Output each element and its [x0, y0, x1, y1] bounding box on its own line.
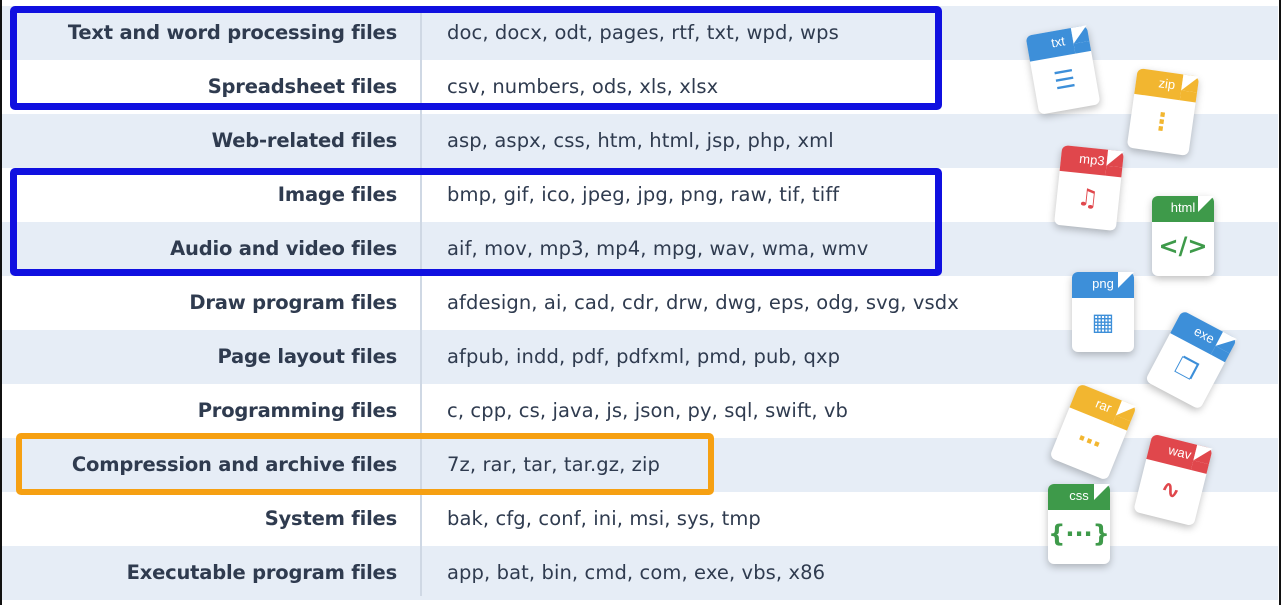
category-label: System files	[264, 507, 398, 530]
extensions-list: c, cpp, cs, java, js, json, py, sql, swi…	[447, 399, 849, 422]
icon-glyph: </>	[1158, 232, 1208, 260]
icon-glyph: ▦	[1091, 308, 1115, 336]
extensions-list: asp, aspx, css, htm, html, jsp, php, xml	[447, 129, 834, 152]
zip-file-icon: zip ⋮	[1126, 68, 1200, 156]
icon-label: html	[1170, 200, 1196, 215]
css-file-icon: css {···}	[1048, 484, 1110, 564]
category-label: Draw program files	[189, 291, 397, 314]
mp3-file-icon: mp3 ♫	[1053, 144, 1125, 232]
html-file-icon: html </>	[1152, 196, 1214, 276]
extensions-list: afdesign, ai, cad, cdr, drw, dwg, eps, o…	[447, 291, 959, 314]
extensions-list: bak, cfg, conf, ini, msi, sys, tmp	[447, 507, 761, 530]
png-file-icon: png ▦	[1072, 272, 1134, 352]
category-label: Page layout files	[217, 345, 397, 368]
category-label: Executable program files	[126, 561, 398, 584]
highlight-box-orange	[16, 433, 714, 495]
icon-glyph: {···}	[1048, 520, 1110, 548]
category-label: Programming files	[197, 399, 397, 422]
extensions-list: app, bat, bin, cmd, com, exe, vbs, x86	[447, 561, 826, 584]
icon-label: css	[1069, 488, 1089, 503]
icon-label: png	[1092, 276, 1114, 291]
category-label: Web-related files	[211, 129, 398, 152]
highlight-box-blue	[10, 6, 942, 110]
extensions-list: afpub, indd, pdf, pdfxml, pmd, pub, qxp	[447, 345, 841, 368]
highlight-box-blue	[10, 168, 942, 276]
